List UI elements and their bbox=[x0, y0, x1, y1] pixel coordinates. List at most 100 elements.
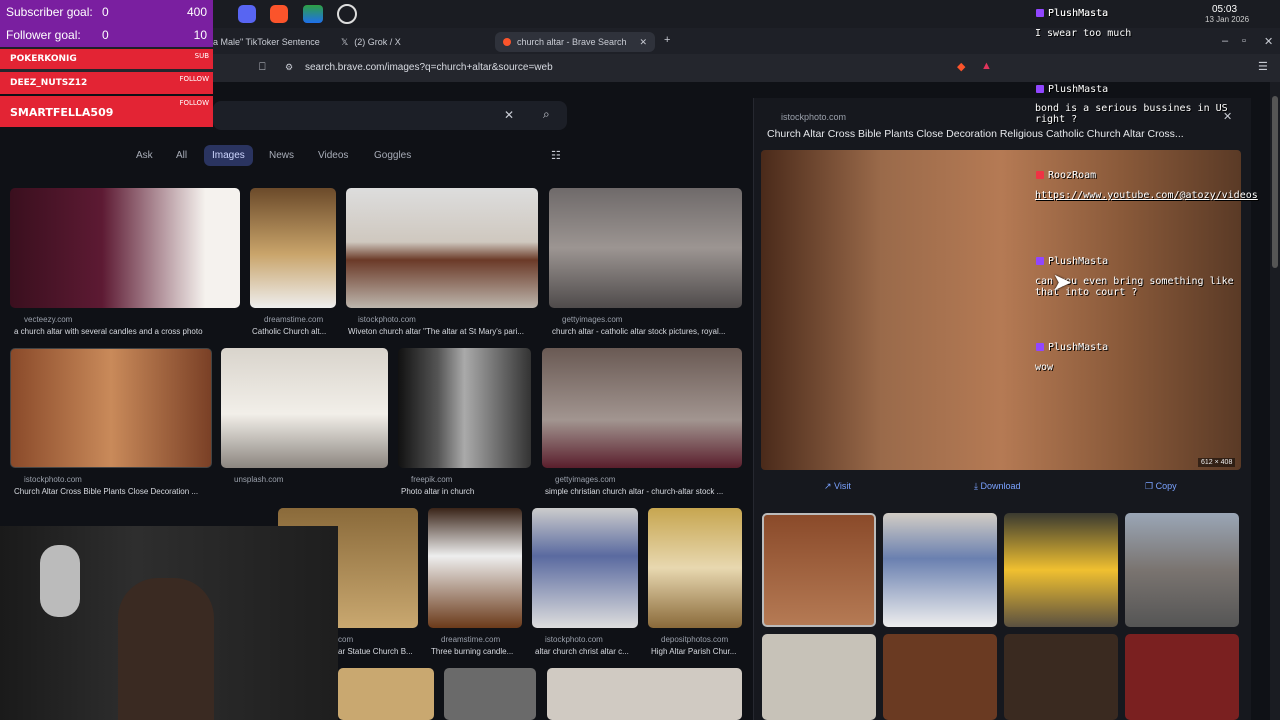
result-image-6[interactable] bbox=[221, 348, 388, 468]
result-source[interactable]: istockphoto.com bbox=[545, 635, 603, 644]
copy-button[interactable]: ❐ Copy bbox=[1145, 481, 1177, 492]
discord-icon[interactable] bbox=[238, 5, 256, 23]
related-image-8[interactable] bbox=[1125, 634, 1239, 720]
filter-icon[interactable]: ☷ bbox=[551, 149, 561, 162]
result-image-3[interactable] bbox=[346, 188, 538, 308]
result-image-8[interactable] bbox=[542, 348, 742, 468]
result-source[interactable]: com bbox=[338, 635, 353, 644]
menu-icon[interactable]: ☰ bbox=[1258, 60, 1268, 73]
close-window-icon[interactable]: ✕ bbox=[1264, 35, 1273, 48]
twitch-icon bbox=[1036, 257, 1044, 265]
result-caption[interactable]: Church Altar Cross Bible Plants Close De… bbox=[14, 487, 210, 496]
preview-source[interactable]: istockphoto.com bbox=[781, 112, 846, 122]
brave-shield-icon[interactable]: ◆ bbox=[957, 60, 965, 73]
related-image-1[interactable] bbox=[762, 513, 876, 627]
alert-tag: FOLLOW bbox=[179, 99, 209, 107]
result-caption[interactable]: High Altar Parish Chur... bbox=[651, 647, 743, 656]
bookmark-icon[interactable]: ⎕ bbox=[259, 61, 266, 74]
clear-search-icon[interactable]: ✕ bbox=[504, 108, 514, 122]
result-caption[interactable]: Catholic Church alt... bbox=[252, 327, 336, 336]
result-caption[interactable]: Wiveton church altar "The altar at St Ma… bbox=[348, 327, 538, 336]
subscriber-goal-current: 0 bbox=[102, 4, 109, 19]
copy-icon: ❐ bbox=[1145, 481, 1156, 491]
result-source[interactable]: vecteezy.com bbox=[24, 315, 72, 324]
result-source[interactable]: depositphotos.com bbox=[661, 635, 728, 644]
nav-ask[interactable]: Ask bbox=[136, 150, 153, 161]
result-image-11[interactable] bbox=[532, 508, 638, 628]
subscriber-goal-bar: Subscriber goal: 0 400 bbox=[0, 0, 213, 23]
result-caption[interactable]: ar Statue Church B... bbox=[338, 647, 418, 656]
result-image-4[interactable] bbox=[549, 188, 742, 308]
preview-title[interactable]: Church Altar Cross Bible Plants Close De… bbox=[767, 128, 1237, 140]
nav-images[interactable]: Images bbox=[204, 145, 253, 166]
layers-app-icon[interactable] bbox=[303, 5, 323, 23]
tab-tiktok[interactable]: a Male" TikToker Sentence bbox=[205, 32, 328, 52]
related-image-7[interactable] bbox=[1004, 634, 1118, 720]
rewards-icon[interactable]: ▲ bbox=[981, 60, 992, 72]
result-caption[interactable]: Photo altar in church bbox=[401, 487, 531, 496]
chat-username: PlushMasta bbox=[1036, 84, 1108, 95]
new-tab-icon[interactable]: + bbox=[664, 34, 670, 46]
microphone-icon bbox=[40, 545, 80, 617]
nav-goggles[interactable]: Goggles bbox=[374, 150, 411, 161]
related-image-4[interactable] bbox=[1125, 513, 1239, 627]
result-image-5[interactable] bbox=[10, 348, 212, 468]
chat-username: PlushMasta bbox=[1036, 256, 1108, 267]
tab-grok[interactable]: 𝕏 (2) Grok / X bbox=[333, 32, 409, 52]
brave-tab-icon bbox=[503, 38, 511, 46]
result-image-7[interactable] bbox=[398, 348, 531, 468]
result-source[interactable]: dreamstime.com bbox=[264, 315, 323, 324]
related-image-3[interactable] bbox=[1004, 513, 1118, 627]
alert-sub: POKERKONIG SUB bbox=[0, 49, 213, 69]
tab-brave-search[interactable]: church altar - Brave Search ✕ bbox=[495, 32, 655, 52]
chat-message: I swear too much bbox=[1035, 28, 1132, 39]
result-source[interactable]: freepik.com bbox=[411, 475, 452, 484]
site-info-icon[interactable]: ⚙ bbox=[285, 62, 293, 73]
follower-goal-label: Follower goal: bbox=[6, 28, 81, 42]
result-source[interactable]: istockphoto.com bbox=[358, 315, 416, 324]
result-image-2[interactable] bbox=[250, 188, 336, 308]
result-source[interactable]: unsplash.com bbox=[234, 475, 283, 484]
alert-follow: DEEZ_NUTSZ12 FOLLOW bbox=[0, 72, 213, 94]
result-source[interactable]: istockphoto.com bbox=[24, 475, 82, 484]
nav-news[interactable]: News bbox=[269, 150, 294, 161]
chat-message: https://www.youtube.com/@atozy/videos bbox=[1035, 190, 1258, 201]
alert-name: DEEZ_NUTSZ12 bbox=[10, 78, 88, 88]
result-caption[interactable]: simple christian church altar - church-a… bbox=[545, 487, 742, 496]
url-text[interactable]: search.brave.com/images?q=church+altar&s… bbox=[305, 62, 553, 73]
result-image-1[interactable] bbox=[10, 188, 240, 308]
tab-label: church altar - Brave Search bbox=[517, 37, 627, 47]
related-image-2[interactable] bbox=[883, 513, 997, 627]
result-source[interactable]: gettyimages.com bbox=[555, 475, 615, 484]
result-caption[interactable]: altar church christ altar c... bbox=[535, 647, 638, 656]
result-caption[interactable]: church altar - catholic altar stock pict… bbox=[552, 327, 742, 336]
nav-all[interactable]: All bbox=[176, 150, 187, 161]
alert-tag: SUB bbox=[194, 52, 209, 60]
download-button[interactable]: ⤓ Download bbox=[974, 481, 1021, 492]
nav-videos[interactable]: Videos bbox=[318, 150, 348, 161]
result-source[interactable]: gettyimages.com bbox=[562, 315, 622, 324]
related-image-5[interactable] bbox=[762, 634, 876, 720]
chat-username: PlushMasta bbox=[1036, 342, 1108, 353]
result-image-10[interactable] bbox=[428, 508, 522, 628]
tab-label: (2) Grok / X bbox=[354, 37, 401, 47]
search-icon[interactable]: ⌕ bbox=[543, 107, 550, 122]
result-caption[interactable]: Three burning candle... bbox=[431, 647, 523, 656]
link-icon: ↗ bbox=[824, 481, 835, 491]
result-source[interactable]: dreamstime.com bbox=[441, 635, 500, 644]
related-image-6[interactable] bbox=[883, 634, 997, 720]
result-image-12[interactable] bbox=[648, 508, 742, 628]
follower-goal-current: 0 bbox=[102, 28, 109, 42]
preview-dimensions: 612 × 408 bbox=[1198, 458, 1236, 467]
scrollbar-thumb[interactable] bbox=[1272, 96, 1278, 268]
result-image-13[interactable] bbox=[338, 668, 434, 720]
download-label: Download bbox=[980, 481, 1021, 491]
close-tab-icon[interactable]: ✕ bbox=[639, 37, 647, 48]
visit-button[interactable]: ↗ Visit bbox=[824, 481, 851, 492]
obs-icon[interactable] bbox=[337, 4, 357, 24]
result-image-14[interactable] bbox=[444, 668, 536, 720]
result-caption[interactable]: a church altar with several candles and … bbox=[14, 327, 240, 336]
result-image-15[interactable] bbox=[547, 668, 742, 720]
streamer-figure bbox=[118, 578, 214, 720]
brave-icon[interactable] bbox=[270, 5, 288, 23]
